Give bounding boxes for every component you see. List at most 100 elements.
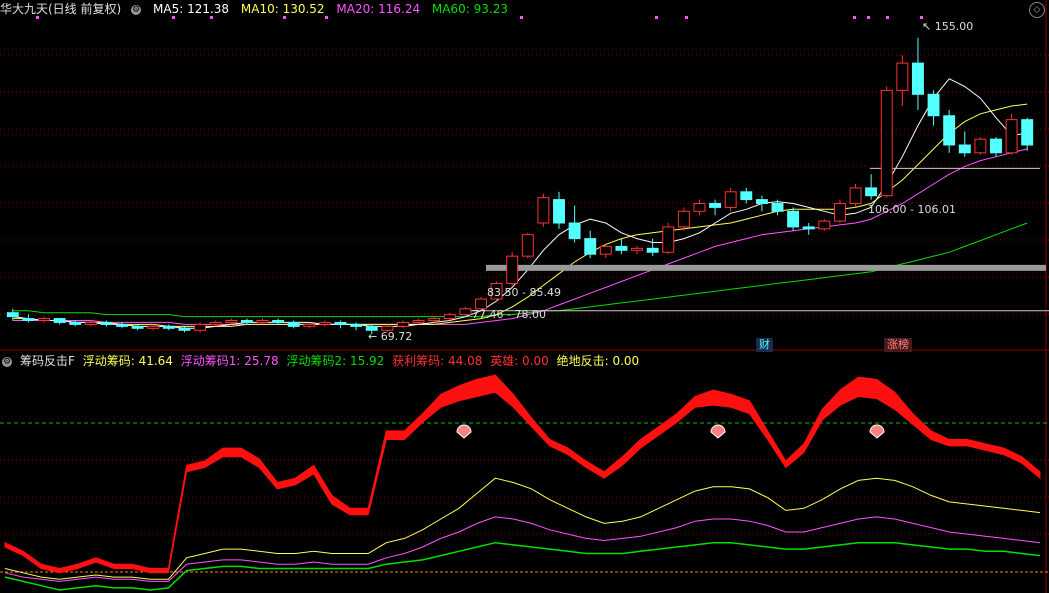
- finance-tag[interactable]: 财: [756, 338, 773, 352]
- candle-body: [53, 318, 66, 323]
- profit-chips: 获利筹码: 44.08: [392, 354, 483, 368]
- candle-body: [771, 203, 784, 212]
- candle-body: [755, 199, 768, 205]
- candle-body: [896, 62, 909, 91]
- float-chips-2-line: [4, 541, 1041, 591]
- candle-body: [178, 327, 191, 331]
- candle-body: [272, 320, 285, 323]
- candle-body: [194, 323, 207, 331]
- candle-body: [787, 210, 800, 228]
- candle-body: [84, 321, 97, 325]
- limit-up-tag[interactable]: 涨榜: [884, 338, 912, 352]
- candle-body: [506, 255, 519, 284]
- candle-body: [225, 320, 238, 323]
- candle-body: [6, 312, 19, 318]
- candle-body: [334, 321, 347, 325]
- chip-range-label-2: 77.46 - 78.00: [472, 308, 546, 321]
- high-price-label: ↖ 155.00: [922, 20, 973, 33]
- candle-body: [818, 220, 831, 230]
- chip-band: [486, 264, 1046, 271]
- counter-attack-value: 绝地反击: 0.00: [556, 354, 640, 368]
- candle-body: [740, 191, 753, 201]
- candle-body: [428, 318, 441, 321]
- main-chart-header: 华大九天(日线 前复权) ⚙ MA5: 121.38 MA10: 130.52 M…: [0, 0, 516, 18]
- chip-range-label-1: 83.50 - 85.49: [487, 286, 561, 299]
- chip-range-label-3: 106.00 - 106.01: [868, 203, 956, 216]
- stock-title[interactable]: 华大九天(日线 前复权): [0, 2, 121, 16]
- candle-body: [553, 199, 565, 224]
- signal-marker: [920, 16, 923, 19]
- indicator-name[interactable]: 筹码反击F: [20, 354, 75, 368]
- candle-body: [287, 321, 300, 327]
- candle-body: [396, 321, 409, 327]
- candle-body: [147, 325, 160, 329]
- candle-body: [693, 203, 706, 212]
- candle-body: [209, 321, 222, 325]
- candle-body: [631, 247, 644, 251]
- ma5-value: MA5: 121.38: [153, 2, 230, 16]
- signal-icon: [710, 424, 726, 439]
- candle-body: [38, 318, 50, 321]
- ma10-value: MA10: 130.52: [240, 2, 325, 16]
- candle-body: [584, 238, 597, 255]
- candle-body: [724, 191, 737, 208]
- signal-icon: [456, 424, 472, 439]
- float-chips-line: [4, 477, 1041, 580]
- candle-body: [599, 245, 612, 255]
- hero-value: 英雄: 0.00: [490, 354, 549, 368]
- candle-body: [1021, 119, 1034, 146]
- indicator-settings-icon[interactable]: ⚙: [2, 356, 12, 367]
- candle-body: [958, 144, 971, 154]
- candle-body: [412, 320, 425, 323]
- candle-body: [568, 222, 581, 240]
- signal-marker: [685, 16, 688, 19]
- candle-body: [646, 247, 659, 253]
- candle-body: [131, 325, 144, 329]
- ma20-value: MA20: 116.24: [336, 2, 421, 16]
- signal-marker: [655, 16, 658, 19]
- candle-body: [443, 314, 456, 320]
- candle-body: [677, 210, 690, 228]
- candle-body: [927, 93, 940, 117]
- settings-icon[interactable]: ⚙: [131, 4, 142, 15]
- candle-body: [865, 187, 878, 197]
- candle-body: [974, 138, 987, 154]
- candle-body: [100, 321, 113, 325]
- candle-body: [1005, 119, 1018, 154]
- candle-body: [880, 89, 893, 197]
- candle-body: [459, 308, 472, 316]
- candle-body: [22, 318, 35, 321]
- candle-body: [833, 203, 846, 222]
- float-chips-2: 浮动筹码2: 15.92: [286, 354, 385, 368]
- candle-body: [911, 62, 924, 95]
- candle-body: [662, 226, 675, 253]
- candle-body: [802, 226, 815, 230]
- candle-body: [69, 321, 82, 325]
- candle-body: [943, 115, 956, 146]
- indicator-header: ⚙ 筹码反击F 浮动筹码: 41.64 浮动筹码1: 25.78 浮动筹码2: 1…: [0, 352, 647, 370]
- signal-marker: [853, 16, 856, 19]
- candle-body: [709, 203, 722, 208]
- candle-body: [116, 323, 129, 327]
- candle-body: [615, 245, 628, 251]
- candle-body: [990, 138, 1002, 154]
- signal-marker: [867, 16, 870, 19]
- float-chips: 浮动筹码: 41.64: [82, 354, 173, 368]
- signal-marker: [886, 16, 889, 19]
- candle-body: [256, 320, 269, 323]
- low-price-label: ← 69.72: [368, 330, 412, 343]
- stock-chart[interactable]: ↖ 155.00 ← 69.72 83.50 - 85.49 77.46 - 78.0…: [0, 0, 1049, 593]
- candle-body: [240, 320, 253, 323]
- ma60-value: MA60: 93.23: [431, 2, 508, 16]
- signal-marker: [520, 16, 523, 19]
- candle-body: [303, 323, 316, 327]
- candle-body: [849, 187, 862, 204]
- candle-body: [162, 325, 175, 329]
- candle-body: [537, 197, 550, 224]
- collapse-icon[interactable]: ◇: [1029, 2, 1045, 18]
- signal-icon: [869, 424, 885, 439]
- float-chips-1: 浮动筹码1: 25.78: [180, 354, 279, 368]
- candle-body: [521, 234, 534, 257]
- candle-body: [318, 321, 331, 325]
- candle-body: [350, 323, 363, 327]
